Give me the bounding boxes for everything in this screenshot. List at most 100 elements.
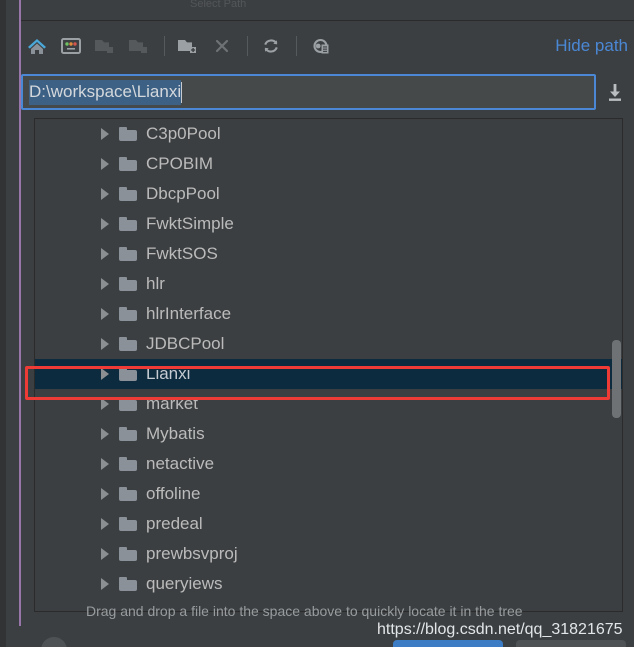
expand-triangle-icon[interactable] [101, 278, 109, 290]
folder-icon [119, 277, 137, 291]
tree-scrollbar-thumb[interactable] [612, 340, 621, 418]
expand-triangle-icon[interactable] [101, 488, 109, 500]
module-folder-button[interactable] [123, 30, 155, 62]
desktop-button[interactable] [55, 30, 87, 62]
tree-row-label: C3p0Pool [146, 124, 221, 143]
show-hidden-files-button[interactable] [304, 30, 336, 62]
delete-button[interactable] [206, 30, 238, 62]
tree-row[interactable]: JDBCPool [35, 329, 622, 359]
expand-triangle-icon[interactable] [101, 368, 109, 380]
tree-row-label: DbcpPool [146, 184, 220, 203]
tree-row[interactable]: Mybatis [35, 419, 622, 449]
expand-triangle-icon[interactable] [101, 518, 109, 530]
folder-icon [119, 217, 137, 231]
tree-row[interactable]: hlrInterface [35, 299, 622, 329]
hide-path-link[interactable]: Hide path [555, 36, 634, 56]
tree-row[interactable]: netactive [35, 449, 622, 479]
project-folder-icon [93, 36, 117, 56]
tree-row-label: prewbsvproj [146, 544, 238, 563]
tree-row-label: hlrInterface [146, 304, 232, 323]
new-folder-button[interactable] [172, 30, 204, 62]
tree-row[interactable]: offoline [35, 479, 622, 509]
refresh-button[interactable] [255, 30, 287, 62]
tree-row-label: FwktSimple [146, 214, 234, 233]
select-path-dialog: Select Path Hide path D:\workspace\Lianx… [0, 0, 634, 647]
drag-drop-hint: Drag and drop a file into the space abov… [86, 603, 523, 619]
home-icon [26, 36, 48, 56]
folder-icon [119, 487, 137, 501]
toolbar-separator-1 [164, 36, 165, 56]
tree-list: C3p0Pool CPOBIM DbcpPool FwktSimple FwktSOS h… [35, 119, 622, 599]
expand-triangle-icon[interactable] [101, 398, 109, 410]
module-folder-icon [127, 36, 151, 56]
tree-row-label: market [146, 394, 198, 413]
folder-icon [119, 427, 137, 441]
tree-row[interactable]: FwktSOS [35, 239, 622, 269]
editor-gutter-strip [0, 0, 21, 647]
tree-row[interactable]: FwktSimple [35, 209, 622, 239]
gutter-dark-edge [0, 0, 6, 647]
path-input-value: D:\workspace\Lianxi [29, 79, 182, 105]
dialog-body: Hide path D:\workspace\Lianxi C3p0Pool C… [21, 12, 634, 647]
new-folder-icon [176, 36, 200, 56]
dialog-divider [21, 20, 634, 21]
expand-triangle-icon[interactable] [101, 458, 109, 470]
tree-row[interactable]: market [35, 389, 622, 419]
expand-triangle-icon[interactable] [101, 338, 109, 350]
tree-row-label: hlr [146, 274, 165, 293]
expand-triangle-icon[interactable] [101, 128, 109, 140]
tree-row-label: Mybatis [146, 424, 205, 443]
tree-row[interactable]: CPOBIM [35, 149, 622, 179]
folder-icon [119, 157, 137, 171]
text-caret [181, 81, 183, 103]
desktop-icon [60, 36, 82, 56]
tree-row[interactable]: prewbsvproj [35, 539, 622, 569]
tree-row[interactable]: Lianxi [35, 359, 622, 389]
folder-icon [119, 367, 137, 381]
tree-row[interactable]: C3p0Pool [35, 119, 622, 149]
tree-scrollbar[interactable] [612, 120, 621, 611]
toolbar-separator-2 [247, 36, 248, 56]
tree-row-label: FwktSOS [146, 244, 218, 263]
cancel-button[interactable] [516, 640, 626, 647]
folder-icon [119, 517, 137, 531]
path-row: D:\workspace\Lianxi [21, 72, 634, 112]
tree-row[interactable]: DbcpPool [35, 179, 622, 209]
expand-triangle-icon[interactable] [101, 158, 109, 170]
ok-button[interactable] [393, 640, 503, 647]
folder-icon [119, 397, 137, 411]
path-input[interactable]: D:\workspace\Lianxi [21, 74, 596, 110]
tree-row-label: Lianxi [146, 364, 191, 383]
dialog-title-remnant: Select Path [190, 0, 247, 8]
folder-icon [119, 457, 137, 471]
folder-icon [119, 577, 137, 591]
tree-row[interactable]: hlr [35, 269, 622, 299]
tree-row-label: JDBCPool [146, 334, 225, 353]
project-folder-button[interactable] [89, 30, 121, 62]
close-icon [212, 36, 232, 56]
download-arrow-icon [605, 81, 625, 103]
path-history-dropdown-button[interactable] [600, 74, 630, 110]
tree-row-label: queryiews [146, 574, 223, 593]
watermark-url: https://blog.csdn.net/qq_31821675 [377, 621, 623, 638]
tree-row-label: CPOBIM [146, 154, 214, 173]
expand-triangle-icon[interactable] [101, 428, 109, 440]
expand-triangle-icon[interactable] [101, 308, 109, 320]
expand-triangle-icon[interactable] [101, 548, 109, 560]
expand-triangle-icon[interactable] [101, 218, 109, 230]
tree-row[interactable]: queryiews [35, 569, 622, 599]
expand-triangle-icon[interactable] [101, 188, 109, 200]
tree-row[interactable]: predeal [35, 509, 622, 539]
tree-row-label: predeal [146, 514, 203, 533]
directory-tree[interactable]: C3p0Pool CPOBIM DbcpPool FwktSimple FwktSOS h… [34, 118, 623, 612]
tree-row-label: offoline [146, 484, 201, 503]
refresh-icon [260, 36, 282, 56]
folder-icon [119, 547, 137, 561]
toolbar-separator-3 [296, 36, 297, 56]
folder-icon [119, 307, 137, 321]
expand-triangle-icon[interactable] [101, 248, 109, 260]
show-hidden-icon [308, 36, 332, 56]
expand-triangle-icon[interactable] [101, 578, 109, 590]
toolbar: Hide path [21, 26, 634, 66]
home-button[interactable] [21, 30, 53, 62]
